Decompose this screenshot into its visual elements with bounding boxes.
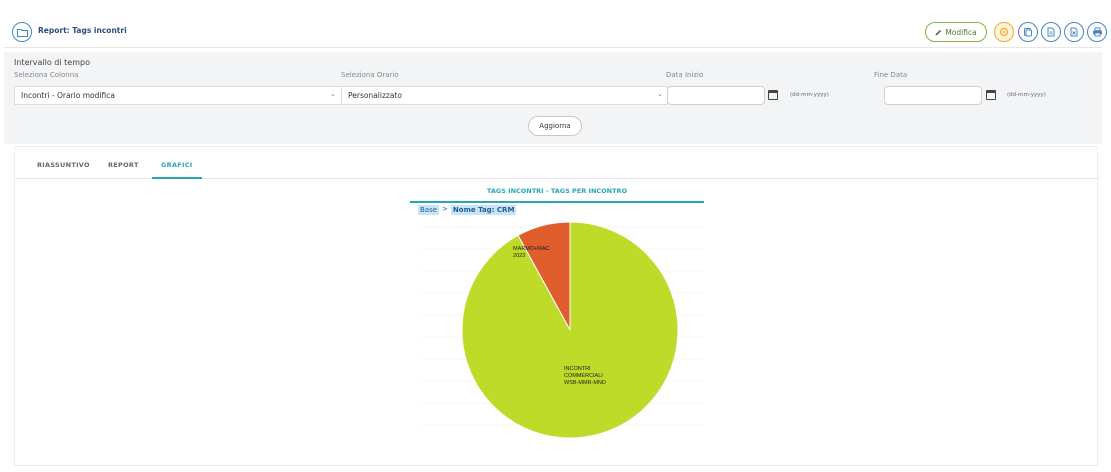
- printer-icon: [1092, 27, 1102, 37]
- calendar-icon[interactable]: [986, 90, 996, 100]
- calendar-icon[interactable]: [768, 90, 778, 100]
- orario-label: Seleziona Orario: [341, 71, 399, 79]
- fine-data-input[interactable]: [884, 86, 982, 105]
- modifica-label: Modifica: [945, 27, 977, 37]
- report-content: RIASSUNTIVO REPORT GRAFICI TAGS INCONTRI…: [14, 146, 1099, 466]
- tab-grafici[interactable]: GRAFICI: [161, 161, 193, 169]
- info-circle-button[interactable]: [994, 22, 1014, 42]
- orario-select-value: Personalizzato: [348, 91, 402, 100]
- data-inizio-input[interactable]: [667, 86, 765, 105]
- copy-icon: [1024, 28, 1032, 37]
- modifica-button[interactable]: Modifica: [925, 22, 987, 42]
- top-strip: [0, 0, 1111, 12]
- folder-icon[interactable]: [12, 22, 32, 42]
- page-title: Report: Tags incontri: [38, 26, 127, 35]
- excel-export-button[interactable]: [1064, 22, 1084, 42]
- tab-report[interactable]: REPORT: [108, 161, 139, 169]
- document-icon: [1047, 27, 1055, 37]
- fine-data-label: Fine Data: [874, 71, 908, 79]
- pie-slice[interactable]: [461, 221, 679, 439]
- chevron-down-icon: ⌄: [330, 90, 336, 98]
- pencil-icon: [935, 29, 942, 35]
- tab-riassuntivo[interactable]: RIASSUNTIVO: [37, 161, 90, 169]
- fine-data-format-hint: (dd-mm-yyyy): [1007, 92, 1046, 98]
- chart-container: TAGS INCONTRI - TAGS PER INCONTRO Base >…: [410, 183, 704, 443]
- colonna-select-value: Incontri - Orario modifica: [21, 91, 115, 100]
- time-interval-title: Intervallo di tempo: [14, 58, 90, 67]
- page-header: Report: Tags incontri Modifica: [4, 18, 1107, 48]
- colonna-label: Seleziona Colonna: [14, 71, 79, 79]
- copy-button[interactable]: [1018, 22, 1038, 42]
- aggiorna-button[interactable]: Aggiorna: [528, 116, 582, 136]
- data-inizio-format-hint: (dd-mm-yyyy): [790, 92, 829, 98]
- active-tab-indicator: [152, 177, 202, 179]
- info-circle-icon: [999, 27, 1009, 37]
- document-button[interactable]: [1041, 22, 1061, 42]
- print-button[interactable]: [1087, 22, 1107, 42]
- tab-bar: RIASSUNTIVO REPORT GRAFICI: [15, 147, 1099, 179]
- chevron-down-icon: ⌄: [657, 90, 663, 98]
- pie-chart: INCONTRI COMMERCIALI WSB-MMR-MNDMARMO+MAC 2…: [420, 221, 704, 439]
- data-inizio-label: Data Inizio: [666, 71, 704, 79]
- excel-file-icon: [1070, 27, 1078, 37]
- colonna-select[interactable]: Incontri - Orario modifica: [14, 86, 342, 105]
- orario-select[interactable]: Personalizzato: [341, 86, 668, 105]
